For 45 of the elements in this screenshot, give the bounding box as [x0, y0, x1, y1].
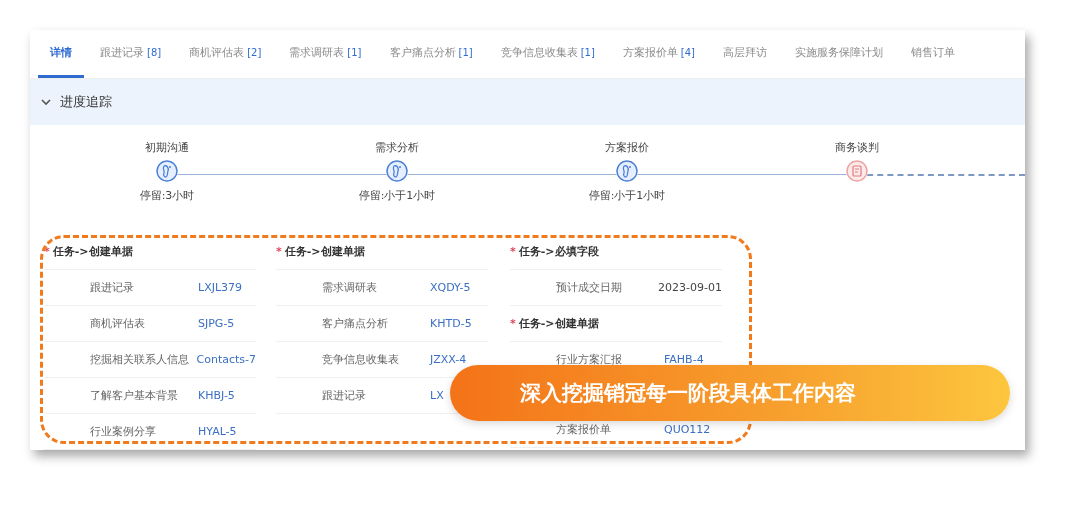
- tab[interactable]: 高层拜访: [711, 30, 780, 78]
- record-link[interactable]: XQDY-5: [430, 281, 471, 294]
- required-mark: *: [510, 245, 516, 258]
- field-label: 挖掘相关联系人信息: [90, 352, 190, 367]
- tab[interactable]: 实施服务保障计划: [783, 30, 896, 78]
- stay-duration: 停留:小于1小时: [358, 188, 436, 202]
- record-link[interactable]: JZXX-4: [430, 353, 467, 366]
- required-mark: *: [44, 245, 50, 258]
- required-mark: *: [276, 245, 282, 258]
- group-title: 任务->创建单据: [284, 244, 365, 259]
- field-label: 预计成交日期: [556, 280, 623, 295]
- record-link[interactable]: QUO112: [664, 423, 711, 436]
- record-link[interactable]: LXJL379: [198, 281, 243, 294]
- section-title: 进度追踪: [60, 93, 112, 111]
- field-label: 跟进记录: [90, 280, 135, 295]
- record-link[interactable]: KHTD-5: [430, 317, 472, 330]
- record-link[interactable]: FAHB-4: [664, 353, 704, 366]
- record-link[interactable]: SJPG-5: [198, 317, 235, 330]
- record-link[interactable]: LX: [430, 389, 444, 402]
- record-link[interactable]: HYAL-5: [198, 425, 237, 438]
- field-label: 了解客户基本背景: [90, 388, 179, 403]
- field-label: 竞争信息收集表: [322, 352, 400, 367]
- field-label: 客户痛点分析: [322, 316, 389, 331]
- group-title: 任务->创建单据: [52, 244, 133, 259]
- step-label: 商务谈判: [835, 140, 879, 154]
- step-label: 需求分析: [375, 140, 419, 154]
- chevron-icon[interactable]: [40, 96, 52, 108]
- field-label: 跟进记录: [322, 388, 367, 403]
- record-link[interactable]: KHBJ-5: [198, 389, 235, 402]
- field-label: 需求调研表: [322, 280, 378, 295]
- record-link[interactable]: Contacts-7: [196, 353, 256, 366]
- field-value: 2023-09-01: [658, 281, 722, 294]
- group-title: 任务->必填字段: [518, 244, 599, 259]
- step-label: 方案报价: [605, 140, 649, 154]
- field-label: 方案报价单: [556, 422, 612, 437]
- group-title: 任务->创建单据: [518, 316, 599, 331]
- step-label: 初期沟通: [145, 140, 189, 154]
- stay-duration: 停留:3小时: [139, 188, 195, 202]
- callout-banner: 深入挖掘销冠每一阶段具体工作内容: [450, 365, 1010, 421]
- tab[interactable]: 销售订单: [899, 30, 968, 78]
- field-label: 商机评估表: [90, 316, 146, 331]
- field-label: 行业案例分享: [90, 424, 157, 439]
- stay-duration: 停留:小于1小时: [588, 188, 666, 202]
- field-label: 行业方案汇报: [556, 352, 623, 367]
- required-mark: *: [510, 317, 516, 330]
